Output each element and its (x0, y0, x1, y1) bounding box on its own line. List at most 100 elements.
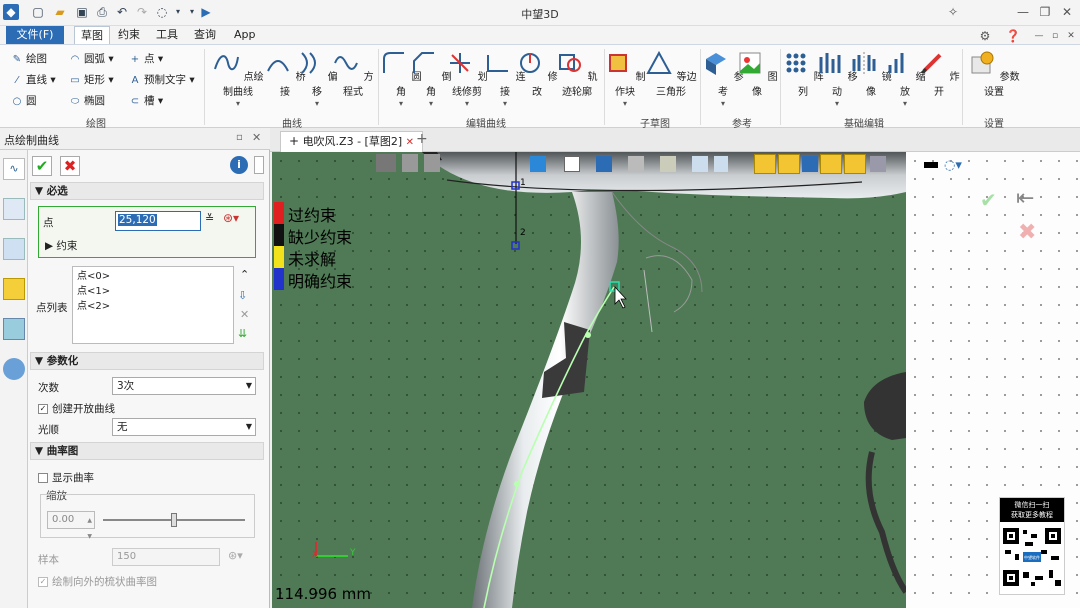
list-item[interactable]: 点<0> (77, 269, 229, 284)
tab-file[interactable]: 文件(F) (6, 26, 64, 44)
point-snap-icon[interactable] (820, 154, 842, 174)
ellipse-button[interactable]: ⬭ 椭圆 (68, 93, 105, 109)
triangle-button[interactable]: 等边三角形 (644, 49, 698, 98)
download-icon[interactable]: ⇊ (238, 327, 247, 340)
accept-icon[interactable]: ✔ (980, 188, 997, 212)
slot-button[interactable]: ⊂ 槽 ▾ (128, 93, 163, 109)
cube-view-icon[interactable] (564, 156, 580, 172)
view-tool-icon[interactable] (424, 154, 440, 172)
rotate-view-icon[interactable]: ◌▾ (944, 158, 962, 173)
display-mode-icon[interactable] (596, 156, 612, 172)
close-button[interactable]: ✕ (1058, 4, 1076, 20)
curve-point[interactable] (585, 332, 591, 338)
point-input[interactable]: 25,120 (115, 211, 201, 231)
legend-unsolved: 未求解 (288, 250, 337, 269)
exit-sketch-icon[interactable]: ⇤ (1016, 186, 1034, 211)
ribbon-close-icon[interactable]: ✕ (1062, 28, 1080, 44)
minimize-button[interactable]: — (1014, 4, 1032, 20)
section-required[interactable]: ▼ 必选 (30, 182, 264, 200)
restore-button[interactable]: ❐ (1036, 4, 1054, 20)
move-up-icon[interactable]: ⌃ (240, 268, 249, 281)
tab-query[interactable]: 查询 (188, 26, 222, 44)
cube-view-icon[interactable] (530, 156, 546, 172)
reference-icon (706, 53, 727, 75)
pick-point-icon[interactable]: ⊛▾ (223, 211, 239, 225)
tab-sketch[interactable]: 草图 (74, 26, 110, 44)
confirm-button[interactable]: ✔ (32, 156, 52, 176)
part-icon[interactable] (3, 278, 25, 300)
tab-app[interactable]: App (228, 26, 262, 44)
point-curve-button[interactable]: 点绘制曲线 ▾ (210, 49, 266, 108)
trace-profile-button[interactable]: 轨迹轮廓 (552, 49, 602, 98)
image-button[interactable]: 图像 (734, 49, 780, 98)
settings-button[interactable]: 参数设置 (968, 49, 1020, 98)
scale-slider-thumb[interactable] (171, 513, 177, 527)
info-icon[interactable]: i (230, 156, 248, 174)
grid-icon[interactable] (628, 156, 644, 172)
curve-point[interactable] (514, 481, 520, 487)
rectangle-button[interactable]: ▭ 矩形 ▾ (68, 72, 113, 88)
section-icon[interactable] (692, 156, 708, 172)
explode-button[interactable]: 炸开 (916, 49, 962, 98)
pin-icon[interactable]: ▫ (236, 132, 243, 143)
line-icon: ⁄ (16, 75, 18, 86)
view-tool-icon[interactable] (376, 154, 396, 172)
checkbox-icon (38, 473, 48, 483)
open-curve-checkbox[interactable]: ✓ 创建开放曲线 (38, 401, 115, 416)
section-curvature[interactable]: ▼ 曲率图 (30, 442, 264, 460)
draw-button[interactable]: ✎ 绘图 (10, 51, 47, 67)
gear-icon[interactable]: ⚙ (976, 28, 994, 44)
degree-select[interactable]: 3次 ▼ (112, 377, 256, 395)
add-tab-button[interactable]: + (416, 131, 428, 147)
expand-icon[interactable] (254, 156, 264, 174)
sample-input[interactable]: 150 (112, 548, 220, 566)
constraint-display-icon[interactable] (802, 156, 818, 172)
graphics-viewport[interactable]: 1 2 Y X 过约束 缺少约束 未求解 明确约束 (272, 152, 906, 608)
text-button[interactable]: A 预制文字 ▾ (128, 72, 195, 88)
curve-icon[interactable]: ∿ (3, 158, 25, 180)
view-tool-icon[interactable] (402, 154, 418, 172)
assembly-icon[interactable] (3, 238, 25, 260)
equation-button[interactable]: 方程式 (330, 49, 376, 98)
mirror-icon (852, 52, 876, 74)
scale-input[interactable]: 0.00 ▲ ▼ (47, 511, 95, 540)
tab-constraint[interactable]: 约束 (112, 26, 146, 44)
make-block-button[interactable]: 制作块 ▾ (602, 49, 648, 108)
point-button[interactable]: + 点 ▾ (128, 51, 163, 67)
smooth-select[interactable]: 无 ▼ (112, 418, 256, 436)
tab-document[interactable]: + 电吹风.Z3 - [草图2] ✕ (280, 131, 424, 152)
delete-icon[interactable]: ✕ (240, 308, 249, 321)
tab-tools[interactable]: 工具 (150, 26, 184, 44)
show-curvature-checkbox[interactable]: 显示曲率 (38, 470, 94, 485)
pick-sample-icon[interactable]: ⊛▾ (228, 549, 243, 562)
constraint-toggle[interactable]: ▶ 约束 (45, 238, 77, 253)
user-icon[interactable] (3, 358, 25, 380)
list-item[interactable]: 点<1> (77, 284, 229, 299)
monitor-icon[interactable] (870, 156, 886, 172)
points-list[interactable]: 点<0> 点<1> 点<2> (72, 266, 234, 344)
view-icon[interactable] (3, 318, 25, 340)
side-icon-strip: ∿ (0, 150, 28, 608)
render-icon[interactable] (660, 156, 676, 172)
discard-icon[interactable]: ✖ (1018, 220, 1036, 245)
line-button[interactable]: ⁄ 直线 ▾ (10, 72, 55, 88)
expand-down-icon[interactable]: ≚ (205, 212, 214, 225)
equation-icon (334, 56, 359, 70)
close-tab-icon[interactable]: ✕ (406, 137, 414, 148)
list-item[interactable]: 点<2> (77, 299, 229, 314)
skin-icon[interactable]: ✧ (944, 4, 962, 20)
import-icon[interactable]: ⇩ (238, 289, 247, 302)
section-parameter[interactable]: ▼ 参数化 (30, 352, 264, 370)
circle-button[interactable]: ○ 圆 (10, 93, 37, 109)
filter-icon[interactable] (754, 154, 776, 174)
outer-comb-checkbox[interactable]: ✓ 绘制向外的梳状曲率图 (38, 574, 157, 589)
tree-icon[interactable] (3, 198, 25, 220)
cancel-button[interactable]: ✖ (60, 156, 80, 176)
arc-button[interactable]: ◠ 圆弧 ▾ (68, 51, 114, 67)
curve-snap-icon[interactable] (844, 154, 866, 174)
close-panel-icon[interactable]: ✕ (252, 131, 261, 144)
line-style-icon[interactable] (924, 162, 938, 168)
measure-icon[interactable] (714, 156, 728, 172)
snap-icon[interactable] (778, 154, 800, 174)
help-icon[interactable]: ❓ (1004, 28, 1022, 44)
